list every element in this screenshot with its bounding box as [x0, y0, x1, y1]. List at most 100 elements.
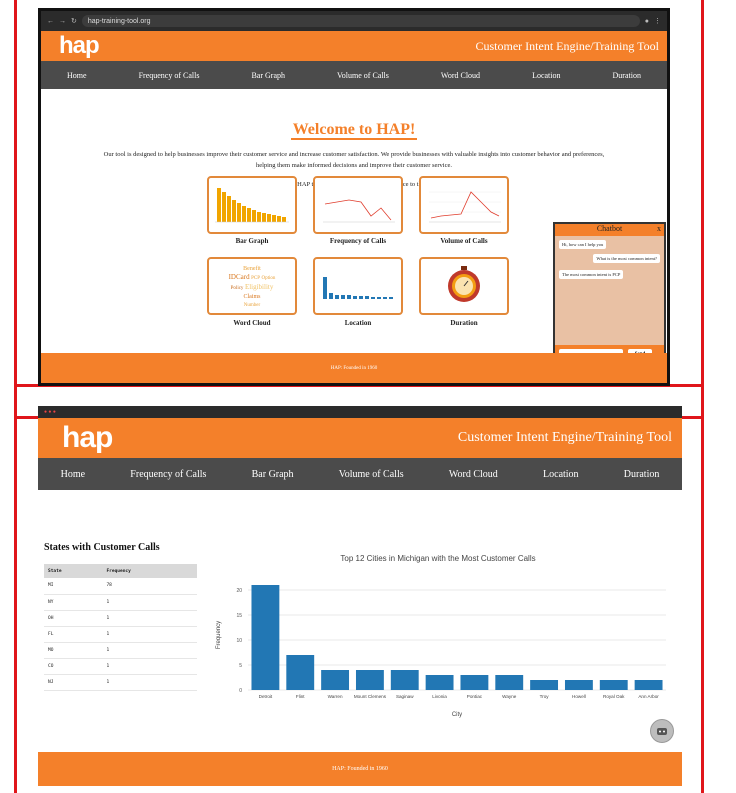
- card-word-cloud[interactable]: Benefit IDCard PCP Option Policy Eligibi…: [207, 257, 297, 315]
- bar-ann-arbor: [634, 680, 663, 690]
- stopwatch-icon: [448, 266, 480, 302]
- table-row: OH 1: [44, 610, 197, 627]
- hap-logo[interactable]: hap: [59, 32, 100, 60]
- chat-message-bot: The most common intent is PCP: [559, 270, 624, 279]
- states-table-body: MI 78 NY 1 OH 1 FL 1 MO 1 CO 1 NJ 1: [44, 578, 197, 691]
- state-cell: MI: [44, 578, 103, 595]
- bar-howell: [564, 680, 593, 690]
- frequency-cell: 1: [102, 642, 197, 659]
- bar-warren: [321, 670, 350, 690]
- nav-home[interactable]: Home: [61, 469, 85, 480]
- bar-detroit: [251, 585, 280, 690]
- word-cloud-word: Policy: [230, 286, 244, 291]
- table-row: NJ 1: [44, 674, 197, 691]
- frequency-cell: 1: [102, 610, 197, 627]
- bar-graph-thumbnail: [215, 188, 289, 223]
- table-row: FL 1: [44, 626, 197, 643]
- nav-duration[interactable]: Duration: [624, 469, 660, 480]
- tool-title: Customer Intent Engine/Training Tool: [457, 430, 672, 445]
- card-label-bar-graph: Bar Graph: [235, 237, 269, 245]
- chat-robot-icon: [657, 728, 667, 735]
- browser-toolbar: ← → ↻ hap-training-tool.org ● ⋮: [41, 11, 667, 31]
- table-row: MI 78: [44, 578, 197, 595]
- bar-royal-oak: [599, 680, 628, 690]
- y-axis-label: Frequency: [216, 621, 222, 649]
- table-header[interactable]: State: [44, 564, 103, 578]
- y-tick-label: 10: [236, 638, 242, 644]
- reload-icon[interactable]: ↻: [71, 17, 77, 25]
- chatbot-launcher-button[interactable]: [650, 719, 674, 743]
- browser-toolbar: ● ● ●: [38, 406, 682, 418]
- card-duration[interactable]: [419, 257, 509, 315]
- state-cell: CO: [44, 658, 103, 675]
- nav-location[interactable]: Location: [543, 469, 579, 480]
- nav-volume-of-calls[interactable]: Volume of Calls: [339, 469, 404, 480]
- profile-icon[interactable]: ●: [645, 18, 649, 25]
- nav-location[interactable]: Location: [532, 71, 560, 80]
- y-tick-label: 20: [236, 588, 242, 594]
- nav-volume-of-calls[interactable]: Volume of Calls: [337, 71, 389, 80]
- card-bar-graph[interactable]: [207, 176, 297, 234]
- card-volume-of-calls[interactable]: [419, 176, 509, 234]
- table-header[interactable]: Frequency: [102, 564, 197, 578]
- word-cloud-word: PCP: [251, 276, 260, 281]
- frequency-thumbnail: [323, 199, 395, 223]
- back-icon[interactable]: ←: [47, 18, 54, 25]
- nav-frequency-of-calls[interactable]: Frequency of Calls: [130, 469, 206, 480]
- home-page: hap Customer Intent Engine/Training Tool…: [41, 31, 667, 383]
- card-frequency-of-calls[interactable]: [313, 176, 403, 234]
- cities-bar-chart: 0 5 10 15 20 Detroit Flint Warren Mount Clemens S…: [216, 585, 666, 718]
- word-cloud-word: Eligibility: [244, 283, 274, 291]
- x-tick-label: Livonia: [432, 694, 447, 699]
- x-tick-label: Ann Arbor: [638, 694, 659, 699]
- hap-logo[interactable]: hap: [62, 421, 113, 455]
- table-row: NY 1: [44, 594, 197, 611]
- main-nav: Home Frequency of Calls Bar Graph Volume…: [41, 61, 667, 89]
- chatbot-header: Chatbot x: [555, 224, 664, 236]
- location-page-screenshot: ● ● ● hap Customer Intent Engine/Trainin…: [38, 406, 682, 786]
- chart-title: Top 12 Cities in Michigan with the Most …: [340, 554, 536, 563]
- nav-bar-graph[interactable]: Bar Graph: [251, 71, 285, 80]
- frequency-cell: 78: [102, 578, 197, 595]
- card-location[interactable]: [313, 257, 403, 315]
- x-tick-label: Royal Oak: [603, 694, 625, 699]
- nav-home[interactable]: Home: [67, 71, 87, 80]
- main-nav: Home Frequency of Calls Bar Graph Volume…: [38, 458, 682, 490]
- card-label-duration: Duration: [450, 319, 478, 327]
- word-cloud-word: Number: [243, 303, 261, 308]
- bar-mount-clemens: [355, 670, 384, 690]
- word-cloud-thumbnail: Benefit IDCard PCP Option Policy Eligibi…: [215, 265, 289, 310]
- bar-saginaw: [390, 670, 419, 690]
- word-cloud-word: Benefit: [243, 266, 261, 272]
- table-row: CO 1: [44, 658, 197, 675]
- bar-wayne: [495, 675, 524, 690]
- frequency-cell: 1: [102, 674, 197, 691]
- frequency-cell: 1: [102, 594, 197, 611]
- nav-word-cloud[interactable]: Word Cloud: [449, 469, 498, 480]
- y-tick-label: 15: [236, 613, 242, 619]
- site-footer: HAP: Founded in 1960: [41, 353, 667, 383]
- y-tick-label: 0: [239, 688, 242, 694]
- address-bar[interactable]: hap-training-tool.org: [81, 15, 640, 27]
- window-controls-icon[interactable]: ● ● ●: [44, 409, 56, 415]
- nav-duration[interactable]: Duration: [613, 71, 641, 80]
- chatbot-close-button[interactable]: x: [657, 224, 661, 233]
- nav-word-cloud[interactable]: Word Cloud: [441, 71, 480, 80]
- bar-pontiac: [460, 675, 489, 690]
- site-header: hap Customer Intent Engine/Training Tool: [38, 418, 682, 458]
- nav-bar-graph[interactable]: Bar Graph: [252, 469, 294, 480]
- menu-icon[interactable]: ⋮: [654, 17, 661, 25]
- x-tick-label: Howell: [572, 694, 586, 699]
- forward-icon[interactable]: →: [59, 18, 66, 25]
- bar-troy: [530, 680, 559, 690]
- site-header: hap Customer Intent Engine/Training Tool: [41, 31, 667, 61]
- card-label-volume-of-calls: Volume of Calls: [440, 237, 488, 245]
- x-tick-label: Detroit: [259, 694, 273, 699]
- footer-text: HAP: Founded in 1960: [330, 365, 378, 371]
- word-cloud-word: Option: [261, 276, 276, 281]
- x-tick-label: Pontiac: [467, 694, 483, 699]
- chat-message-bot: Hi, how can I help you: [559, 240, 607, 249]
- table-row: MO 1: [44, 642, 197, 659]
- x-tick-label: Warren: [328, 694, 343, 699]
- nav-frequency-of-calls[interactable]: Frequency of Calls: [139, 71, 200, 80]
